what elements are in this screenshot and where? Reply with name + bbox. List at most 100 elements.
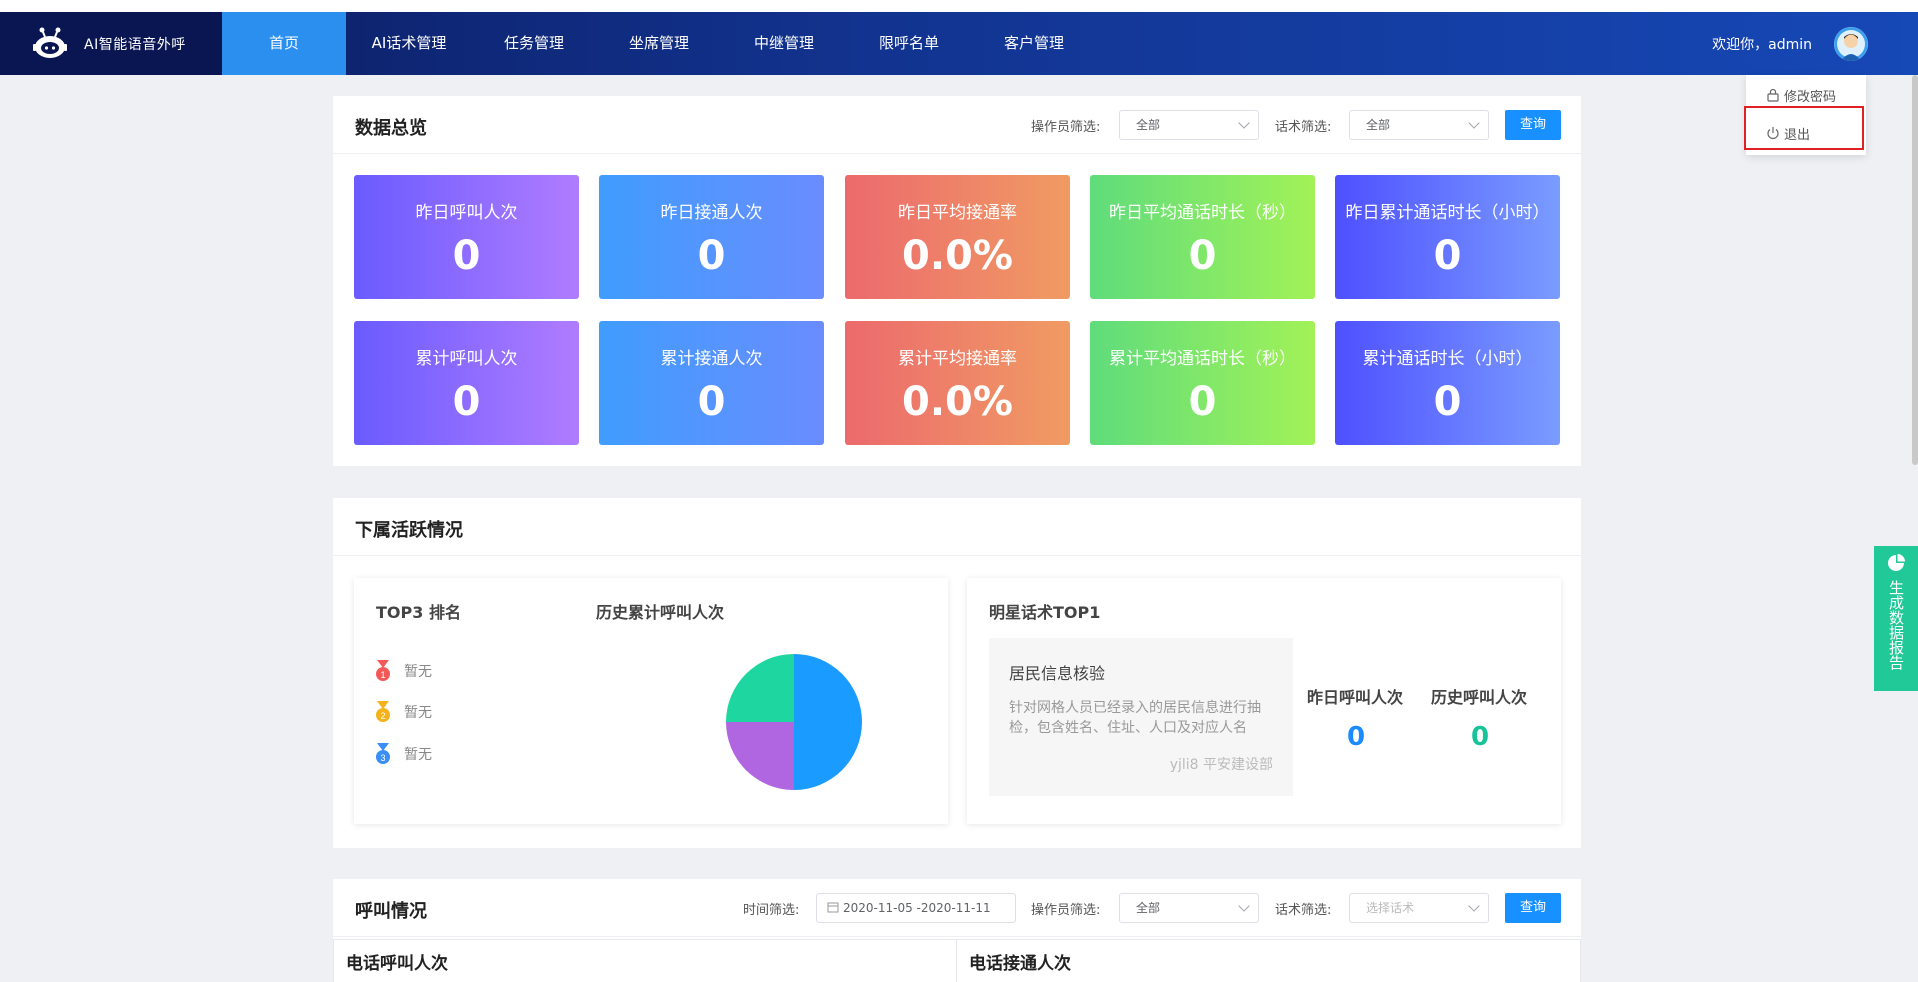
time-filter-label: 时间筛选: xyxy=(743,903,800,918)
overview-panel: 数据总览 操作员筛选: 全部 话术筛选: 全部 查询 昨日呼叫人次 0 昨日接通人… xyxy=(333,96,1581,466)
operator-filter-label: 操作员筛选: xyxy=(1031,120,1101,135)
stat-card: 昨日接通人次 0 xyxy=(599,175,824,299)
generate-report-tab[interactable]: 生成数据报告 xyxy=(1874,546,1918,691)
history-calls-label: 历史呼叫人次 xyxy=(1431,688,1528,707)
logout-highlight-box xyxy=(1744,106,1864,150)
welcome-text: 欢迎你，admin xyxy=(1712,36,1812,53)
script-filter-value: 全部 xyxy=(1366,118,1391,132)
script-description: 针对网格人员已经录入的居民信息进行抽检，包含姓名、住址、人口及对应人名 xyxy=(1009,700,1261,736)
calls-title: 呼叫情况 xyxy=(355,901,427,922)
top3-card: TOP3 排名 历史累计呼叫人次 1 暂无 2 暂无 3 暂无 xyxy=(354,578,948,824)
top-navbar: AI智能语音外呼 首页 AI话术管理 任务管理 坐席管理 中继管理 限呼名单 客… xyxy=(0,12,1918,75)
stat-card-label: 累计接通人次 xyxy=(660,349,763,369)
rank-entry: 暂无 xyxy=(404,664,432,680)
stat-card-value: 0 xyxy=(1433,233,1462,279)
calls-script-filter-placeholder: 选择话术 xyxy=(1366,901,1415,915)
browser-chrome-strip xyxy=(0,0,1918,12)
nav-item-customers[interactable]: 客户管理 xyxy=(972,12,1096,75)
stat-card: 累计平均接通率 0.0% xyxy=(845,321,1070,445)
stat-card: 昨日平均通话时长（秒） 0 xyxy=(1090,175,1315,299)
stat-card: 昨日累计通话时长（小时） 0 xyxy=(1335,175,1560,299)
chevron-down-icon xyxy=(1238,117,1250,129)
pie-slice-2[interactable] xyxy=(726,722,794,790)
brand[interactable]: AI智能语音外呼 xyxy=(0,12,222,75)
calls-panel: 呼叫情况 时间筛选: 2020-11-05 -2020-11-11 操作员筛选:… xyxy=(333,879,1581,982)
date-range-value: 2020-11-05 -2020-11-11 xyxy=(843,901,991,915)
star-script-card: 明星话术TOP1 居民信息核验 针对网格人员已经录入的居民信息进行抽检，包含姓名… xyxy=(967,578,1561,824)
rank-row-1: 1 暂无 xyxy=(374,660,432,682)
script-summary[interactable]: 居民信息核验 针对网格人员已经录入的居民信息进行抽检，包含姓名、住址、人口及对应… xyxy=(989,638,1293,796)
nav-item-trunks[interactable]: 中继管理 xyxy=(722,12,846,75)
stat-card-label: 昨日累计通话时长（小时） xyxy=(1345,203,1550,223)
nav-item-home[interactable]: 首页 xyxy=(222,12,346,75)
activity-title: 下属活跃情况 xyxy=(355,520,463,541)
history-pie-chart xyxy=(726,654,862,790)
stat-card-label: 昨日接通人次 xyxy=(660,203,763,223)
script-filter-select[interactable]: 全部 xyxy=(1349,110,1489,140)
svg-text:2: 2 xyxy=(380,711,385,721)
pie-chart-icon xyxy=(1888,554,1905,571)
gold-medal-icon: 1 xyxy=(376,660,390,681)
chevron-down-icon xyxy=(1238,900,1250,912)
pie-slice-3[interactable] xyxy=(726,654,794,722)
rank-row-3: 3 暂无 xyxy=(374,743,432,765)
stat-card: 累计平均通话时长（秒） 0 xyxy=(1090,321,1315,445)
calls-operator-filter-label: 操作员筛选: xyxy=(1031,903,1101,918)
chevron-down-icon xyxy=(1468,117,1480,129)
stat-card: 累计通话时长（小时） 0 xyxy=(1335,321,1560,445)
stat-card-value: 0 xyxy=(1433,379,1462,425)
yesterday-calls-label: 昨日呼叫人次 xyxy=(1307,688,1404,707)
stat-card-value: 0.0% xyxy=(902,379,1013,425)
user-avatar[interactable] xyxy=(1834,26,1868,61)
overview-title: 数据总览 xyxy=(355,118,427,139)
calls-script-filter-select[interactable]: 选择话术 xyxy=(1349,893,1489,923)
robot-logo-icon xyxy=(33,27,67,58)
operator-filter-select[interactable]: 全部 xyxy=(1119,110,1259,140)
stat-card-value: 0 xyxy=(452,233,481,279)
overview-header: 数据总览 操作员筛选: 全部 话术筛选: 全部 查询 xyxy=(333,96,1581,154)
generate-report-label: 生成数据报告 xyxy=(1887,580,1905,670)
stat-card: 累计接通人次 0 xyxy=(599,321,824,445)
script-author: yjli8 平安建设部 xyxy=(1169,757,1273,773)
phone-connected-header: 电话接通人次 xyxy=(957,939,1581,982)
script-name: 居民信息核验 xyxy=(1009,664,1106,683)
calls-operator-filter-value: 全部 xyxy=(1136,901,1161,915)
user-area: 欢迎你，admin xyxy=(1712,12,1868,75)
date-range-input[interactable]: 2020-11-05 -2020-11-11 xyxy=(816,893,1016,923)
yesterday-calls-value: 0 xyxy=(1347,722,1366,752)
stat-card-value: 0 xyxy=(1188,233,1217,279)
pie-slice-1[interactable] xyxy=(794,654,862,790)
stat-card-label: 累计平均接通率 xyxy=(898,349,1017,369)
page-scrollbar[interactable] xyxy=(1912,75,1918,465)
avatar-icon xyxy=(1834,26,1868,61)
calls-header: 呼叫情况 时间筛选: 2020-11-05 -2020-11-11 操作员筛选:… xyxy=(333,879,1581,937)
calendar-icon xyxy=(827,902,839,913)
phone-calls-header: 电话呼叫人次 xyxy=(333,939,957,982)
stat-card-label: 累计呼叫人次 xyxy=(415,349,518,369)
silver-medal-icon: 2 xyxy=(376,701,390,722)
chevron-down-icon xyxy=(1468,900,1480,912)
main-nav: 首页 AI话术管理 任务管理 坐席管理 中继管理 限呼名单 客户管理 xyxy=(222,12,1096,75)
svg-text:3: 3 xyxy=(380,753,385,763)
activity-panel: 下属活跃情况 TOP3 排名 历史累计呼叫人次 1 暂无 2 暂无 3 暂无 明… xyxy=(333,498,1581,848)
nav-item-call-limit[interactable]: 限呼名单 xyxy=(846,12,972,75)
nav-item-agents[interactable]: 坐席管理 xyxy=(596,12,722,75)
stat-card-label: 昨日平均通话时长（秒） xyxy=(1109,203,1296,223)
stat-card-label: 昨日呼叫人次 xyxy=(415,203,518,223)
calls-query-button[interactable]: 查询 xyxy=(1505,893,1561,923)
nav-item-ai-script[interactable]: AI话术管理 xyxy=(346,12,472,75)
history-calls-value: 0 xyxy=(1471,722,1490,752)
top3-title: TOP3 排名 xyxy=(376,603,461,622)
calls-operator-filter-select[interactable]: 全部 xyxy=(1119,893,1259,923)
stat-card-value: 0 xyxy=(697,233,726,279)
change-password-label: 修改密码 xyxy=(1784,89,1837,105)
rank-entry: 暂无 xyxy=(404,705,432,721)
app-name: AI智能语音外呼 xyxy=(84,36,186,53)
star-script-title: 明星话术TOP1 xyxy=(989,603,1101,622)
stat-card: 累计呼叫人次 0 xyxy=(354,321,579,445)
lock-icon xyxy=(1767,88,1779,102)
stat-card-value: 0 xyxy=(452,379,481,425)
bronze-medal-icon: 3 xyxy=(376,743,390,764)
overview-query-button[interactable]: 查询 xyxy=(1505,110,1561,140)
nav-item-tasks[interactable]: 任务管理 xyxy=(472,12,596,75)
